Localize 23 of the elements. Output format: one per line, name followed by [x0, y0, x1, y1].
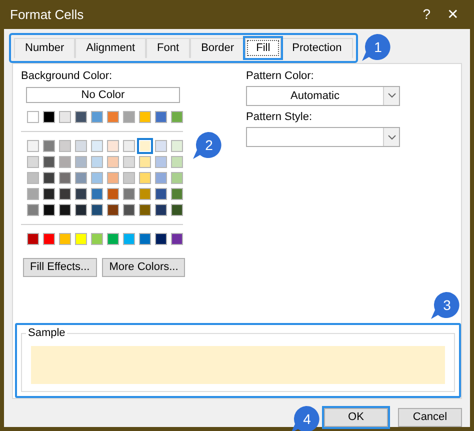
tab[interactable]: Font	[146, 38, 190, 58]
background-color-label: Background Color:	[21, 70, 114, 83]
callout-badge: 3	[431, 292, 460, 319]
tab[interactable]: Border	[190, 38, 246, 58]
ok-button[interactable]: OK	[324, 408, 388, 427]
pattern-color-label: Pattern Color:	[246, 70, 315, 83]
tab[interactable]: Protection	[281, 38, 353, 58]
fill-effects-button[interactable]: Fill Effects...	[23, 258, 97, 276]
help-button[interactable]: ?	[422, 4, 430, 25]
pattern-style-label: Pattern Style:	[246, 111, 314, 124]
more-colors-button[interactable]: More Colors...	[102, 258, 186, 276]
tab[interactable]: Fill	[245, 38, 282, 58]
callout-badge: 2	[193, 132, 222, 158]
cancel-button[interactable]: Cancel	[398, 408, 462, 427]
callout-badge: 1	[362, 34, 390, 61]
no-color-button[interactable]: No Color	[26, 87, 180, 103]
sample-label: Sample	[26, 327, 68, 340]
close-button[interactable]: ✕	[447, 4, 459, 25]
callout-badge: 4	[291, 406, 320, 431]
tab[interactable]: Alignment	[75, 38, 146, 58]
window-title: Format Cells	[10, 6, 85, 24]
pattern-color-dropdown[interactable]: Automatic	[246, 86, 400, 106]
tab[interactable]: Number	[14, 38, 76, 58]
